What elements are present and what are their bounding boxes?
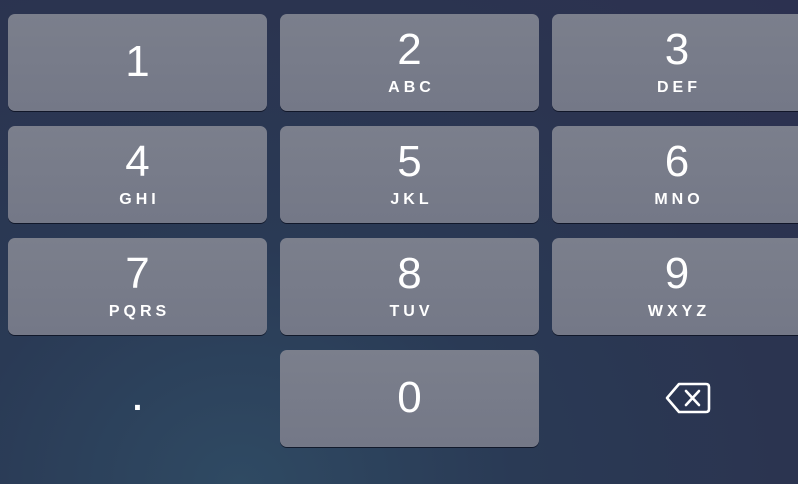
key-3[interactable]: 3 DEF bbox=[552, 14, 798, 111]
key-digit: 4 bbox=[125, 137, 150, 186]
key-1[interactable]: 1 bbox=[8, 14, 267, 111]
delete-key[interactable] bbox=[552, 350, 798, 447]
key-digit: 9 bbox=[664, 249, 690, 298]
key-letters: PQRS bbox=[108, 303, 171, 320]
key-4[interactable]: 4 GHI bbox=[8, 126, 267, 223]
numeric-keypad: 1 2 ABC 3 DEF 4 GHI 5 JKL 6 MNO 7 PQRS 8… bbox=[0, 0, 798, 484]
key-letters: TUV bbox=[389, 303, 434, 320]
key-letters: ABC bbox=[388, 79, 435, 96]
key-letters: GHI bbox=[119, 191, 160, 208]
key-letters: DEF bbox=[657, 79, 701, 96]
key-digit: 1 bbox=[125, 37, 150, 86]
key-letters: MNO bbox=[654, 191, 704, 208]
key-digit: 6 bbox=[664, 137, 690, 186]
key-9[interactable]: 9 WXYZ bbox=[552, 238, 798, 335]
key-0[interactable]: 0 bbox=[280, 350, 539, 447]
key-digit: 5 bbox=[397, 137, 422, 186]
key-5[interactable]: 5 JKL bbox=[280, 126, 539, 223]
key-6[interactable]: 6 MNO bbox=[552, 126, 798, 223]
key-digit: 0 bbox=[397, 373, 422, 422]
key-2[interactable]: 2 ABC bbox=[280, 14, 539, 111]
key-letters: WXYZ bbox=[647, 303, 711, 320]
decimal-point-key[interactable]: . bbox=[8, 350, 267, 447]
key-letters: JKL bbox=[390, 191, 433, 208]
key-digit: 2 bbox=[397, 25, 422, 74]
key-digit: 3 bbox=[664, 25, 690, 74]
key-digit: 8 bbox=[397, 249, 422, 298]
key-7[interactable]: 7 PQRS bbox=[8, 238, 267, 335]
key-8[interactable]: 8 TUV bbox=[280, 238, 539, 335]
backspace-icon bbox=[665, 382, 711, 414]
key-digit: 7 bbox=[125, 249, 150, 298]
decimal-point-label: . bbox=[132, 380, 143, 418]
